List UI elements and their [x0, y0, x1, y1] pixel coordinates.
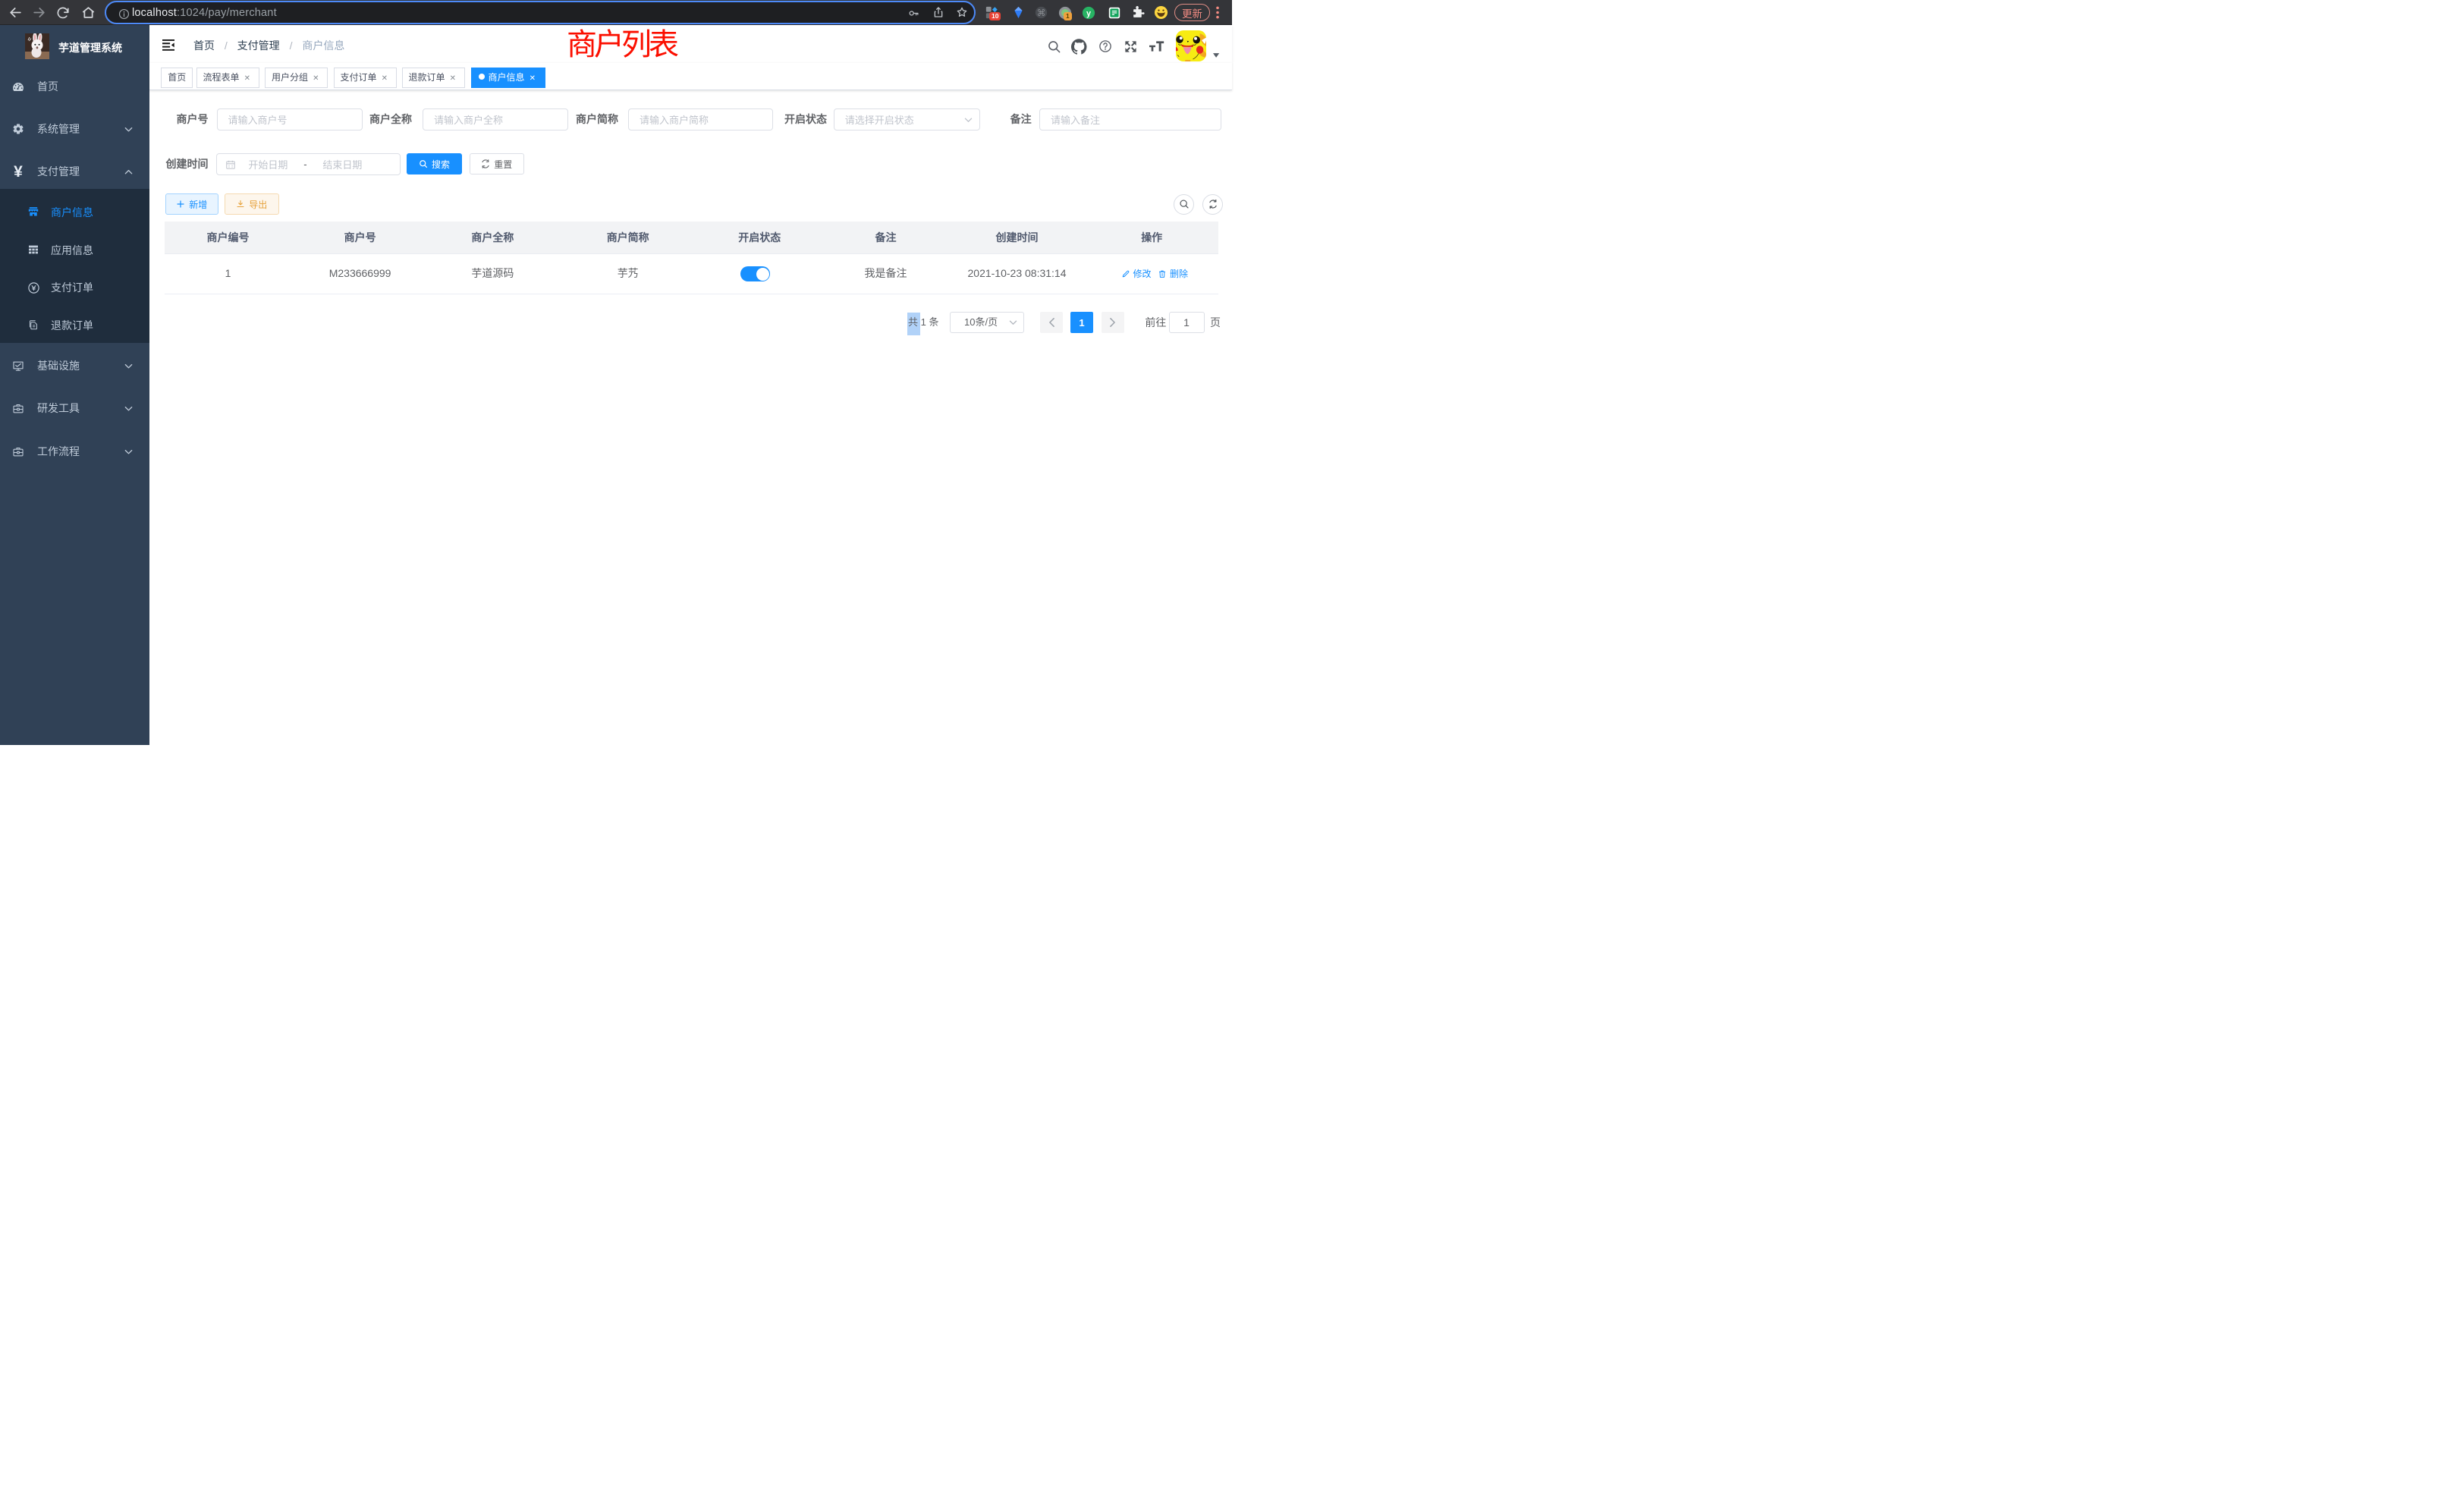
svg-text:y: y	[1086, 9, 1091, 18]
svg-text:⌘: ⌘	[1037, 9, 1044, 17]
